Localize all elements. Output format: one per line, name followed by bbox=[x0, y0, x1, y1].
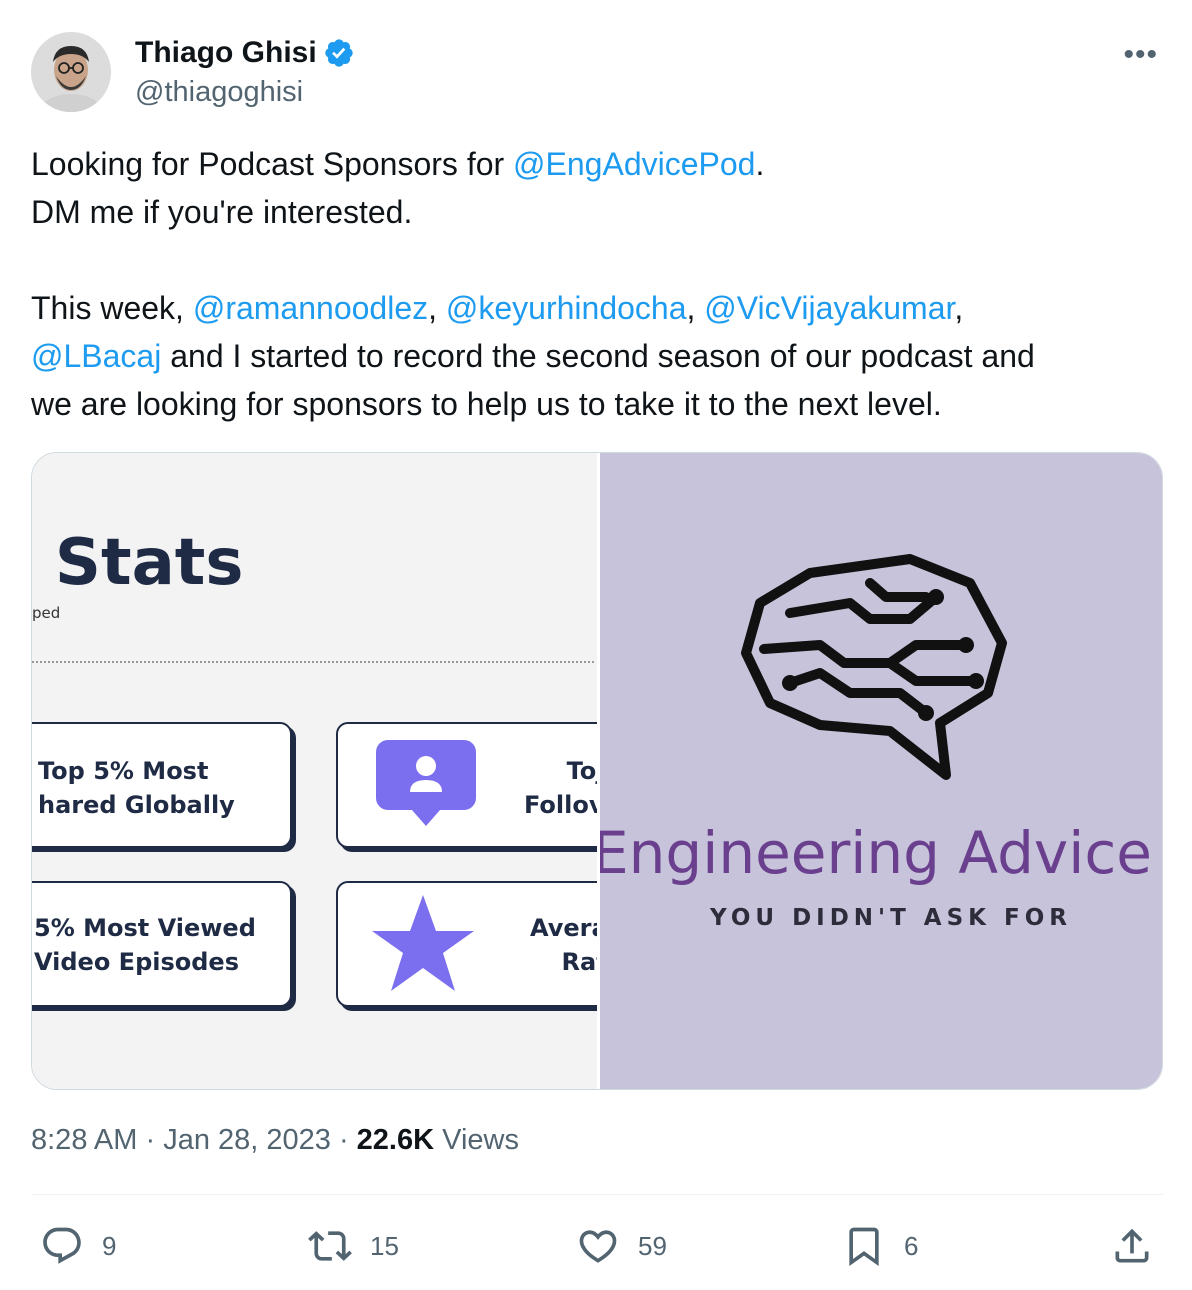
stats-title: t Stats bbox=[32, 526, 244, 600]
stat-card-label: 5% Most Viewed Video Episodes bbox=[34, 914, 256, 976]
verified-badge-icon[interactable] bbox=[323, 37, 355, 69]
logo-title: Engineering Advice bbox=[597, 819, 1152, 887]
tweet-text-segment: , bbox=[686, 290, 705, 326]
brain-circuit-logo-icon bbox=[741, 554, 1007, 780]
tweet-time[interactable]: 8:28 AM bbox=[31, 1124, 137, 1156]
stat-card-rating: Avera Rat bbox=[336, 881, 597, 1007]
media-image-stats[interactable]: t Stats ped Top 5% Most hared Globally T… bbox=[32, 453, 597, 1089]
like-count: 59 bbox=[638, 1230, 667, 1261]
tweet-meta: 8:28 AM · Jan 28, 2023 · 22.6K Views bbox=[31, 1124, 519, 1157]
star-icon bbox=[372, 895, 474, 991]
mention-link[interactable]: @LBacaj bbox=[31, 338, 161, 374]
retweet-icon bbox=[308, 1231, 352, 1261]
tweet-line: DM me if you're interested. bbox=[31, 194, 413, 230]
separator: · bbox=[137, 1124, 164, 1156]
heart-icon bbox=[579, 1230, 617, 1263]
tweet-text-segment: , bbox=[954, 290, 964, 326]
author-name-row: Thiago Ghisi bbox=[135, 36, 355, 70]
share-button[interactable] bbox=[1110, 1224, 1154, 1268]
retweet-button[interactable]: 15 bbox=[308, 1224, 399, 1268]
reply-button[interactable]: 9 bbox=[40, 1224, 116, 1268]
author-handle[interactable]: @thiagoghisi bbox=[135, 76, 303, 109]
stat-card-viewed: 5% Most Viewed Video Episodes bbox=[32, 881, 292, 1007]
logo-subtitle: YOU DIDN'T ASK FOR bbox=[710, 905, 1072, 931]
mention-link[interactable]: @EngAdvicePod bbox=[513, 146, 755, 182]
media-image-logo[interactable]: Engineering Advice YOU DIDN'T ASK FOR bbox=[597, 453, 1162, 1089]
tweet-line: Looking for Podcast Sponsors for @EngAdv… bbox=[31, 140, 1161, 188]
divider bbox=[31, 1194, 1163, 1195]
author-name[interactable]: Thiago Ghisi bbox=[135, 36, 317, 70]
tweet-text-segment: Looking for Podcast Sponsors for bbox=[31, 146, 514, 182]
mention-link[interactable]: @ramannoodlez bbox=[193, 290, 428, 326]
divider bbox=[32, 661, 594, 663]
tweet-line: @LBacaj and I started to record the seco… bbox=[31, 332, 1161, 380]
avatar[interactable] bbox=[31, 32, 111, 112]
mention-link[interactable]: @VicVijayakumar bbox=[704, 290, 954, 326]
share-icon bbox=[1115, 1228, 1149, 1263]
bookmark-icon bbox=[849, 1227, 879, 1267]
tweet-date[interactable]: Jan 28, 2023 bbox=[163, 1124, 331, 1156]
media-grid: t Stats ped Top 5% Most hared Globally T… bbox=[31, 452, 1163, 1090]
more-icon[interactable]: ••• bbox=[1123, 38, 1158, 72]
views-count: 22.6K bbox=[356, 1124, 435, 1156]
tweet-line: we are looking for sponsors to help us t… bbox=[31, 386, 942, 422]
retweet-count: 15 bbox=[370, 1230, 399, 1261]
views-label: Views bbox=[434, 1124, 519, 1156]
stat-card-shared: Top 5% Most hared Globally bbox=[32, 722, 292, 848]
tweet-text-segment: This week, bbox=[31, 290, 193, 326]
reply-count: 9 bbox=[102, 1230, 117, 1261]
mention-link[interactable]: @keyurhindocha bbox=[446, 290, 687, 326]
reply-icon bbox=[43, 1227, 81, 1264]
stat-card-label: Toj Follov bbox=[524, 757, 597, 819]
stat-card-followers: Toj Follov bbox=[336, 722, 597, 848]
tweet-text: Looking for Podcast Sponsors for @EngAdv… bbox=[31, 140, 1161, 428]
user-badge-icon bbox=[376, 740, 476, 826]
stats-subtitle: ped bbox=[32, 604, 61, 622]
tweet-line: This week, @ramannoodlez, @keyurhindocha… bbox=[31, 284, 1161, 332]
bookmark-count: 6 bbox=[904, 1230, 919, 1261]
bookmark-button[interactable]: 6 bbox=[842, 1224, 918, 1268]
stat-card-label: Avera Rat bbox=[530, 914, 597, 976]
stat-card-label: Top 5% Most hared Globally bbox=[38, 757, 235, 819]
separator: · bbox=[330, 1124, 357, 1156]
tweet-text-segment: and I started to record the second seaso… bbox=[161, 338, 1035, 374]
tweet-text-segment: , bbox=[428, 290, 446, 326]
like-button[interactable]: 59 bbox=[576, 1224, 667, 1268]
tweet-text-segment: . bbox=[755, 146, 765, 182]
